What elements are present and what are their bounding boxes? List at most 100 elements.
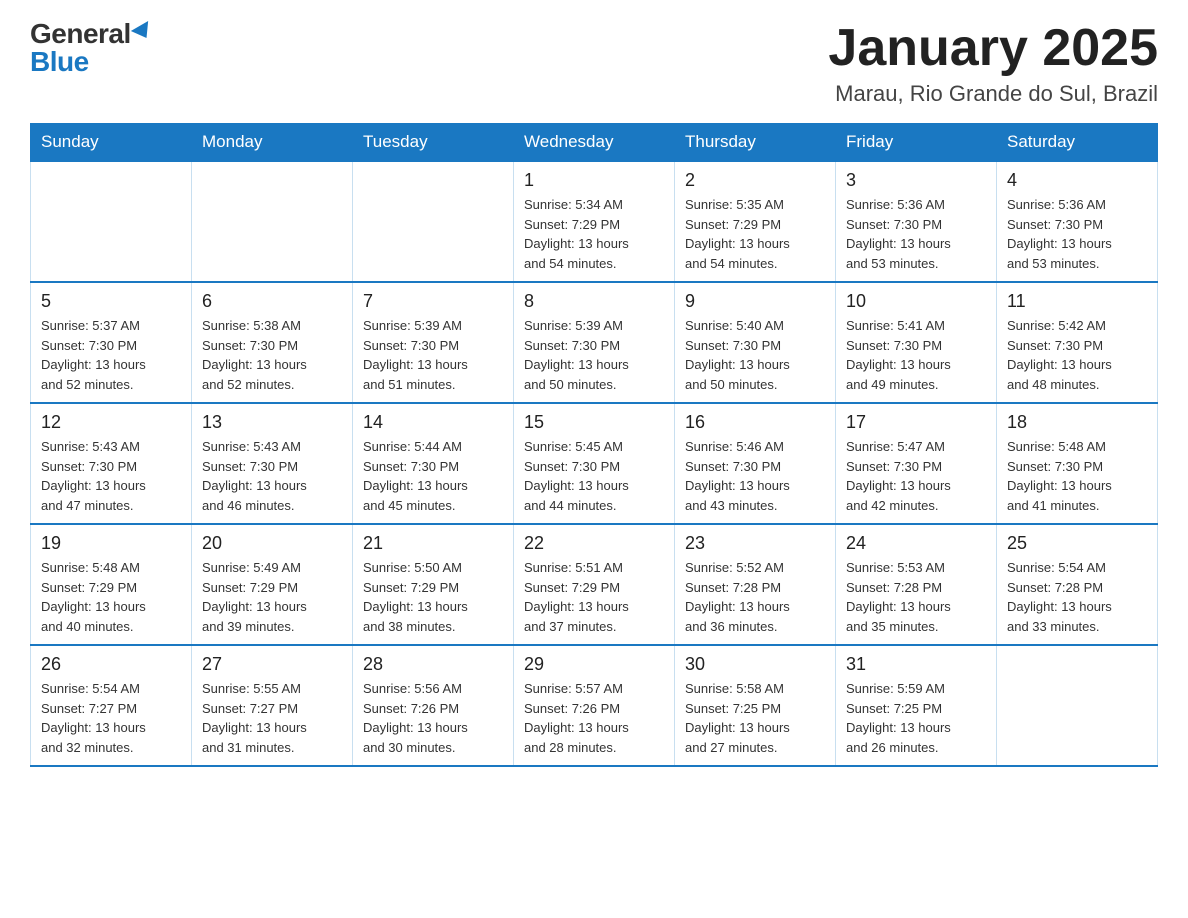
day-number: 16 (685, 412, 825, 433)
calendar-cell: 16 Sunrise: 5:46 AM Sunset: 7:30 PM Dayli… (675, 403, 836, 524)
day-of-week-header: Thursday (675, 124, 836, 162)
calendar-cell: 30 Sunrise: 5:58 AM Sunset: 7:25 PM Dayli… (675, 645, 836, 766)
day-number: 28 (363, 654, 503, 675)
day-info: Sunrise: 5:58 AM Sunset: 7:25 PM Dayligh… (685, 679, 825, 757)
calendar-cell: 6 Sunrise: 5:38 AM Sunset: 7:30 PM Daylig… (192, 282, 353, 403)
calendar-cell: 5 Sunrise: 5:37 AM Sunset: 7:30 PM Daylig… (31, 282, 192, 403)
day-info: Sunrise: 5:53 AM Sunset: 7:28 PM Dayligh… (846, 558, 986, 636)
calendar-cell: 2 Sunrise: 5:35 AM Sunset: 7:29 PM Daylig… (675, 161, 836, 282)
day-info: Sunrise: 5:54 AM Sunset: 7:27 PM Dayligh… (41, 679, 181, 757)
day-number: 1 (524, 170, 664, 191)
day-number: 22 (524, 533, 664, 554)
calendar-cell: 19 Sunrise: 5:48 AM Sunset: 7:29 PM Dayli… (31, 524, 192, 645)
day-number: 13 (202, 412, 342, 433)
day-info: Sunrise: 5:45 AM Sunset: 7:30 PM Dayligh… (524, 437, 664, 515)
calendar-cell: 21 Sunrise: 5:50 AM Sunset: 7:29 PM Dayli… (353, 524, 514, 645)
day-number: 23 (685, 533, 825, 554)
calendar-cell: 28 Sunrise: 5:56 AM Sunset: 7:26 PM Dayli… (353, 645, 514, 766)
logo-general-text: General (30, 20, 131, 48)
calendar-cell: 27Sunrise: 5:55 AM Sunset: 7:27 PM Dayli… (192, 645, 353, 766)
day-number: 12 (41, 412, 181, 433)
day-number: 29 (524, 654, 664, 675)
calendar-week-row: 1 Sunrise: 5:34 AM Sunset: 7:29 PM Daylig… (31, 161, 1158, 282)
day-info: Sunrise: 5:37 AM Sunset: 7:30 PM Dayligh… (41, 316, 181, 394)
day-number: 30 (685, 654, 825, 675)
day-info: Sunrise: 5:51 AM Sunset: 7:29 PM Dayligh… (524, 558, 664, 636)
calendar-cell (997, 645, 1158, 766)
calendar-cell (353, 161, 514, 282)
day-number: 5 (41, 291, 181, 312)
calendar-cell: 18 Sunrise: 5:48 AM Sunset: 7:30 PM Dayli… (997, 403, 1158, 524)
day-info: Sunrise: 5:36 AM Sunset: 7:30 PM Dayligh… (1007, 195, 1147, 273)
day-info: Sunrise: 5:39 AM Sunset: 7:30 PM Dayligh… (524, 316, 664, 394)
calendar-cell: 15 Sunrise: 5:45 AM Sunset: 7:30 PM Dayli… (514, 403, 675, 524)
month-title: January 2025 (828, 20, 1158, 77)
day-number: 14 (363, 412, 503, 433)
day-info: Sunrise: 5:46 AM Sunset: 7:30 PM Dayligh… (685, 437, 825, 515)
day-of-week-header: Tuesday (353, 124, 514, 162)
day-number: 7 (363, 291, 503, 312)
day-info: Sunrise: 5:55 AM Sunset: 7:27 PM Dayligh… (202, 679, 342, 757)
calendar-cell: 29 Sunrise: 5:57 AM Sunset: 7:26 PM Dayli… (514, 645, 675, 766)
location-text: Marau, Rio Grande do Sul, Brazil (828, 81, 1158, 107)
day-number: 31 (846, 654, 986, 675)
calendar-header-row: SundayMondayTuesdayWednesdayThursdayFrid… (31, 124, 1158, 162)
day-info: Sunrise: 5:57 AM Sunset: 7:26 PM Dayligh… (524, 679, 664, 757)
day-of-week-header: Saturday (997, 124, 1158, 162)
day-info: Sunrise: 5:59 AM Sunset: 7:25 PM Dayligh… (846, 679, 986, 757)
day-info: Sunrise: 5:48 AM Sunset: 7:29 PM Dayligh… (41, 558, 181, 636)
day-info: Sunrise: 5:35 AM Sunset: 7:29 PM Dayligh… (685, 195, 825, 273)
calendar-week-row: 5 Sunrise: 5:37 AM Sunset: 7:30 PM Daylig… (31, 282, 1158, 403)
day-info: Sunrise: 5:41 AM Sunset: 7:30 PM Dayligh… (846, 316, 986, 394)
day-number: 4 (1007, 170, 1147, 191)
day-number: 15 (524, 412, 664, 433)
day-info: Sunrise: 5:50 AM Sunset: 7:29 PM Dayligh… (363, 558, 503, 636)
calendar-cell: 1 Sunrise: 5:34 AM Sunset: 7:29 PM Daylig… (514, 161, 675, 282)
day-of-week-header: Sunday (31, 124, 192, 162)
calendar-week-row: 26 Sunrise: 5:54 AM Sunset: 7:27 PM Dayli… (31, 645, 1158, 766)
day-number: 2 (685, 170, 825, 191)
day-info: Sunrise: 5:42 AM Sunset: 7:30 PM Dayligh… (1007, 316, 1147, 394)
day-of-week-header: Monday (192, 124, 353, 162)
page-header: General Blue January 2025 Marau, Rio Gra… (30, 20, 1158, 107)
calendar-cell: 10 Sunrise: 5:41 AM Sunset: 7:30 PM Dayli… (836, 282, 997, 403)
calendar-cell: 4 Sunrise: 5:36 AM Sunset: 7:30 PM Daylig… (997, 161, 1158, 282)
day-info: Sunrise: 5:43 AM Sunset: 7:30 PM Dayligh… (202, 437, 342, 515)
calendar-cell: 7 Sunrise: 5:39 AM Sunset: 7:30 PM Daylig… (353, 282, 514, 403)
calendar-cell: 20Sunrise: 5:49 AM Sunset: 7:29 PM Dayli… (192, 524, 353, 645)
calendar-cell: 31 Sunrise: 5:59 AM Sunset: 7:25 PM Dayli… (836, 645, 997, 766)
day-number: 9 (685, 291, 825, 312)
day-of-week-header: Friday (836, 124, 997, 162)
calendar-cell (31, 161, 192, 282)
day-number: 19 (41, 533, 181, 554)
day-info: Sunrise: 5:56 AM Sunset: 7:26 PM Dayligh… (363, 679, 503, 757)
logo-triangle-icon (131, 21, 155, 43)
calendar-cell: 26 Sunrise: 5:54 AM Sunset: 7:27 PM Dayli… (31, 645, 192, 766)
day-number: 11 (1007, 291, 1147, 312)
calendar-cell: 17Sunrise: 5:47 AM Sunset: 7:30 PM Dayli… (836, 403, 997, 524)
calendar-cell: 22 Sunrise: 5:51 AM Sunset: 7:29 PM Dayli… (514, 524, 675, 645)
day-number: 10 (846, 291, 986, 312)
day-number: 6 (202, 291, 342, 312)
day-info: Sunrise: 5:34 AM Sunset: 7:29 PM Dayligh… (524, 195, 664, 273)
day-info: Sunrise: 5:38 AM Sunset: 7:30 PM Dayligh… (202, 316, 342, 394)
day-number: 18 (1007, 412, 1147, 433)
day-number: 20 (202, 533, 342, 554)
calendar-cell: 14 Sunrise: 5:44 AM Sunset: 7:30 PM Dayli… (353, 403, 514, 524)
day-number: 21 (363, 533, 503, 554)
day-info: Sunrise: 5:39 AM Sunset: 7:30 PM Dayligh… (363, 316, 503, 394)
day-number: 8 (524, 291, 664, 312)
day-info: Sunrise: 5:47 AM Sunset: 7:30 PM Dayligh… (846, 437, 986, 515)
calendar-cell: 8 Sunrise: 5:39 AM Sunset: 7:30 PM Daylig… (514, 282, 675, 403)
day-info: Sunrise: 5:36 AM Sunset: 7:30 PM Dayligh… (846, 195, 986, 273)
calendar-cell: 12Sunrise: 5:43 AM Sunset: 7:30 PM Dayli… (31, 403, 192, 524)
calendar-cell: 9Sunrise: 5:40 AM Sunset: 7:30 PM Daylig… (675, 282, 836, 403)
calendar-cell: 11 Sunrise: 5:42 AM Sunset: 7:30 PM Dayli… (997, 282, 1158, 403)
day-info: Sunrise: 5:48 AM Sunset: 7:30 PM Dayligh… (1007, 437, 1147, 515)
day-info: Sunrise: 5:54 AM Sunset: 7:28 PM Dayligh… (1007, 558, 1147, 636)
day-number: 3 (846, 170, 986, 191)
day-number: 25 (1007, 533, 1147, 554)
calendar-week-row: 12 Sunrise: 5:43 AM Sunset: 7:30 PM Dayli… (31, 403, 1158, 524)
day-info: Sunrise: 5:44 AM Sunset: 7:30 PM Dayligh… (363, 437, 503, 515)
day-number: 26 (41, 654, 181, 675)
